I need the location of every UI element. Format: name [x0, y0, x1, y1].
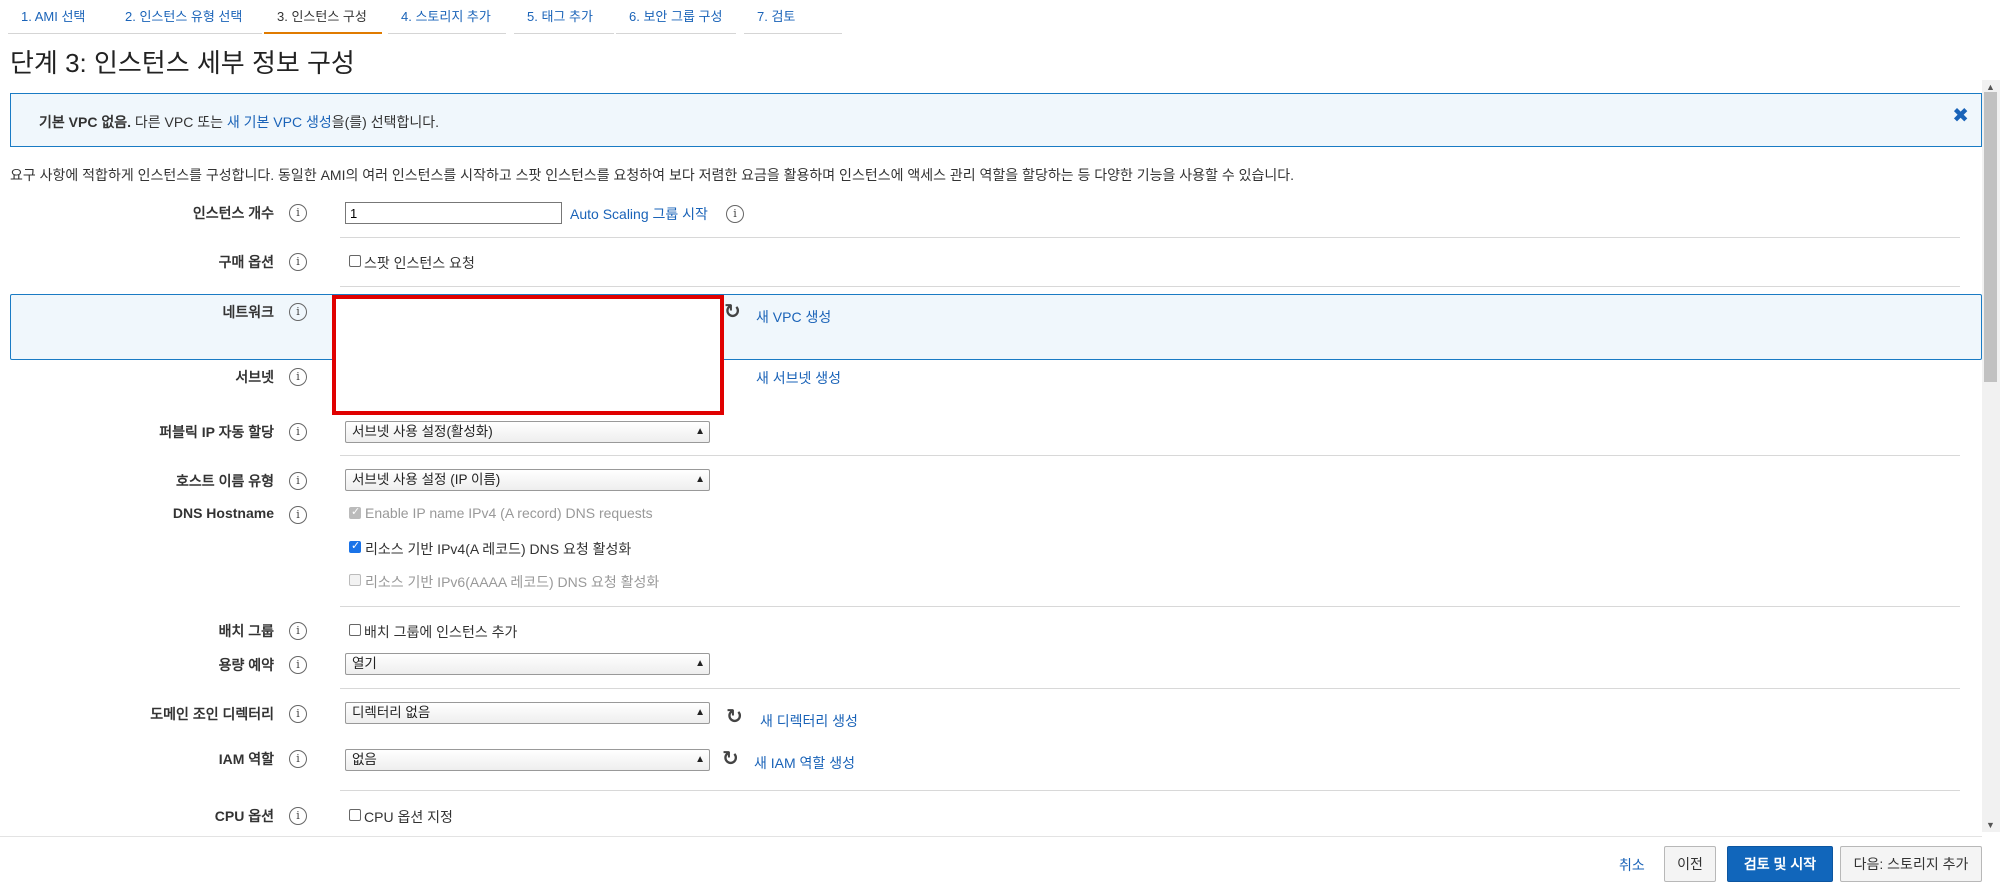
divider: [340, 455, 1960, 456]
scrollbar-thumb[interactable]: [1984, 92, 1997, 382]
select-arrow-icon: ▲: [695, 474, 705, 485]
next-add-storage-button[interactable]: 다음: 스토리지 추가: [1840, 846, 1982, 882]
redacted-selection-highlight: [332, 295, 724, 415]
capacity-reservation-value: 열기: [352, 656, 377, 671]
dns-ipv4-resource-checkbox[interactable]: [349, 539, 361, 553]
divider: [340, 790, 1960, 791]
domain-join-label: 도메인 조인 디렉터리: [150, 706, 274, 722]
create-subnet-link[interactable]: 새 서브넷 생성: [756, 368, 841, 388]
page-description: 요구 사항에 적합하게 인스턴스를 구성합니다. 동일한 AMI의 여러 인스턴…: [10, 167, 1295, 183]
cpu-options-checkbox[interactable]: [349, 809, 361, 821]
info-icon[interactable]: i: [289, 807, 307, 825]
spot-request-checkbox[interactable]: [349, 255, 361, 267]
placement-group-label: 배치 그룹: [218, 623, 274, 639]
info-icon[interactable]: i: [289, 253, 307, 271]
create-iam-role-link[interactable]: 새 IAM 역할 생성: [754, 753, 855, 773]
dns-ipv4-name-label: Enable IP name IPv4 (A record) DNS reque…: [365, 505, 653, 521]
instance-count-label: 인스턴스 개수: [192, 205, 274, 221]
divider: [340, 688, 1960, 689]
review-and-launch-button[interactable]: 검토 및 시작: [1727, 846, 1833, 882]
refresh-icon[interactable]: ↻: [724, 299, 741, 324]
close-icon[interactable]: ✖: [1952, 103, 1969, 128]
scroll-down-icon[interactable]: ▼: [1986, 820, 1995, 830]
select-arrow-icon: ▲: [695, 426, 705, 437]
tab-add-storage[interactable]: 4. 스토리지 추가: [388, 0, 506, 34]
refresh-icon[interactable]: ↻: [722, 746, 739, 771]
footer-divider: [0, 836, 1982, 837]
iam-role-label: IAM 역할: [218, 751, 274, 767]
previous-button[interactable]: 이전: [1664, 846, 1716, 882]
info-icon[interactable]: i: [726, 205, 744, 223]
info-icon[interactable]: i: [289, 204, 307, 222]
purchase-option-label: 구매 옵션: [218, 254, 274, 270]
dns-ipv4-resource-label: 리소스 기반 IPv4(A 레코드) DNS 요청 활성화: [365, 541, 632, 557]
tab-add-tags[interactable]: 5. 태그 추가: [514, 0, 614, 34]
cpu-options-checkbox-label: CPU 옵션 지정: [364, 809, 453, 825]
refresh-icon[interactable]: ↻: [726, 704, 743, 729]
auto-scaling-link[interactable]: Auto Scaling 그룹 시작: [570, 204, 708, 224]
info-icon[interactable]: i: [289, 472, 307, 490]
no-default-vpc-notice: 기본 VPC 없음. 다른 VPC 또는 새 기본 VPC 생성을(를) 선택합…: [10, 93, 1982, 147]
page-title: 단계 3: 인스턴스 세부 정보 구성: [10, 48, 355, 78]
public-ip-value: 서브넷 사용 설정(활성화): [352, 424, 493, 439]
select-arrow-icon: ▲: [695, 658, 705, 669]
notice-bold: 기본 VPC 없음.: [39, 114, 131, 130]
tab-security-group[interactable]: 6. 보안 그룹 구성: [616, 0, 736, 34]
notice-text: 기본 VPC 없음. 다른 VPC 또는 새 기본 VPC 생성을(를) 선택합…: [39, 112, 439, 132]
info-icon[interactable]: i: [289, 368, 307, 386]
dns-ipv6-resource-label: 리소스 기반 IPv6(AAAA 레코드) DNS 요청 활성화: [365, 574, 660, 590]
info-icon[interactable]: i: [289, 750, 307, 768]
iam-role-value: 없음: [352, 752, 377, 767]
public-ip-label: 퍼블릭 IP 자동 할당: [159, 424, 274, 440]
instance-count-input[interactable]: [345, 202, 562, 224]
notice-text-2: 을(를) 선택합니다.: [331, 114, 439, 130]
info-icon[interactable]: i: [289, 506, 307, 524]
info-icon[interactable]: i: [289, 303, 307, 321]
capacity-reservation-label: 용량 예약: [218, 657, 274, 673]
public-ip-select[interactable]: 서브넷 사용 설정(활성화) ▲: [345, 421, 710, 443]
tab-ami[interactable]: 1. AMI 선택: [8, 0, 112, 34]
subnet-label: 서브넷: [235, 369, 274, 385]
info-icon[interactable]: i: [289, 423, 307, 441]
notice-text-1: 다른 VPC 또는: [130, 114, 227, 130]
dns-ipv4-name-checkbox[interactable]: [349, 505, 361, 519]
tab-instance-type[interactable]: 2. 인스턴스 유형 선택: [112, 0, 262, 34]
capacity-reservation-select[interactable]: 열기 ▲: [345, 653, 710, 675]
select-arrow-icon: ▲: [695, 754, 705, 765]
dns-ipv6-resource-checkbox[interactable]: [349, 574, 361, 586]
tab-review[interactable]: 7. 검토: [744, 0, 842, 34]
create-default-vpc-link[interactable]: 새 기본 VPC 생성: [227, 114, 332, 130]
create-directory-link[interactable]: 새 디렉터리 생성: [760, 711, 858, 731]
cancel-link[interactable]: 취소: [1619, 855, 1645, 875]
domain-join-select[interactable]: 디렉터리 없음 ▲: [345, 702, 710, 724]
divider: [340, 606, 1960, 607]
scroll-up-icon[interactable]: ▲: [1986, 82, 1995, 92]
dns-hostname-label: DNS Hostname: [172, 505, 274, 521]
hostname-type-select[interactable]: 서브넷 사용 설정 (IP 이름) ▲: [345, 469, 710, 491]
create-vpc-link[interactable]: 새 VPC 생성: [756, 307, 831, 327]
divider: [340, 237, 1960, 238]
spot-request-label: 스팟 인스턴스 요청: [364, 255, 475, 271]
network-row-highlight: [10, 294, 1982, 360]
placement-group-checkbox-label: 배치 그룹에 인스턴스 추가: [364, 624, 518, 640]
hostname-type-label: 호스트 이름 유형: [176, 473, 274, 489]
select-arrow-icon: ▲: [695, 707, 705, 718]
placement-group-checkbox[interactable]: [349, 624, 361, 636]
hostname-type-value: 서브넷 사용 설정 (IP 이름): [352, 472, 501, 487]
info-icon[interactable]: i: [289, 705, 307, 723]
network-label: 네트워크: [222, 304, 274, 320]
domain-join-value: 디렉터리 없음: [352, 705, 431, 720]
info-icon[interactable]: i: [289, 622, 307, 640]
info-icon[interactable]: i: [289, 656, 307, 674]
cpu-options-label: CPU 옵션: [214, 808, 274, 824]
tab-configure-instance[interactable]: 3. 인스턴스 구성: [264, 0, 382, 34]
vertical-scrollbar[interactable]: ▲ ▼: [1982, 80, 2000, 832]
divider: [340, 286, 1960, 287]
iam-role-select[interactable]: 없음 ▲: [345, 749, 710, 771]
